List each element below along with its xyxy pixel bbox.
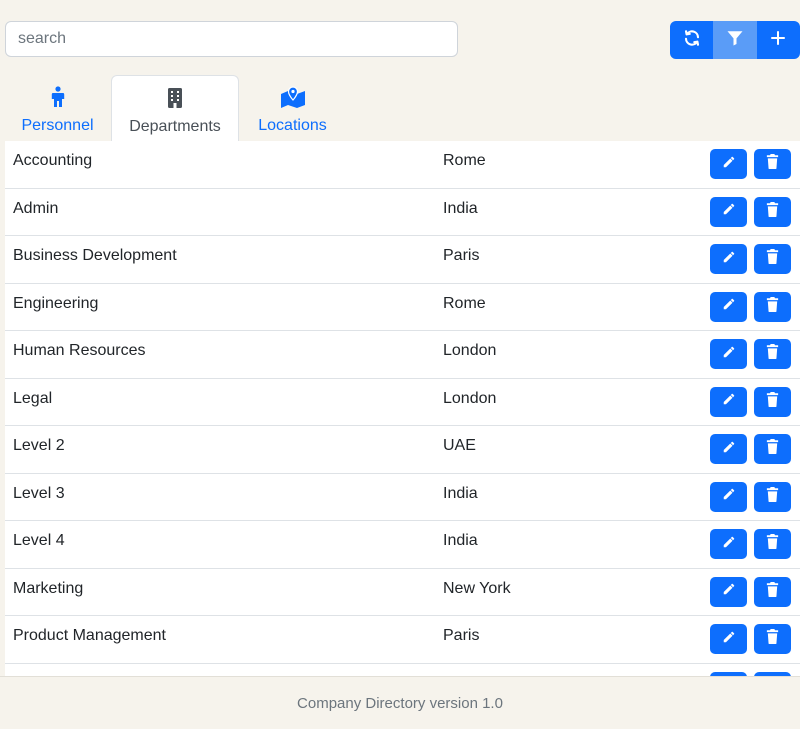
delete-button[interactable] bbox=[754, 149, 791, 179]
refresh-button[interactable] bbox=[670, 21, 714, 59]
trash-icon bbox=[766, 629, 779, 649]
department-location: Paris bbox=[443, 247, 480, 264]
tab-label: Departments bbox=[129, 118, 221, 135]
search-input[interactable] bbox=[5, 21, 458, 57]
trash-icon bbox=[766, 486, 779, 507]
table-row: Level 4 India bbox=[5, 521, 800, 569]
department-location: London bbox=[443, 342, 497, 359]
trash-icon bbox=[766, 391, 779, 412]
pencil-icon bbox=[722, 630, 736, 649]
department-location: India bbox=[443, 199, 478, 217]
table-row: Marketing New York bbox=[5, 569, 800, 616]
edit-button[interactable] bbox=[710, 529, 747, 559]
tab-label: Personnel bbox=[21, 117, 94, 134]
edit-button[interactable] bbox=[710, 149, 747, 179]
tab-bar: Personnel Departments Locations bbox=[5, 75, 800, 141]
department-name: Accounting bbox=[13, 152, 93, 169]
pencil-icon bbox=[722, 250, 736, 269]
delete-button[interactable] bbox=[754, 244, 791, 274]
delete-button[interactable] bbox=[754, 386, 791, 417]
delete-button[interactable] bbox=[754, 434, 791, 464]
department-location: Paris bbox=[443, 627, 480, 644]
edit-button[interactable] bbox=[710, 291, 747, 322]
table-row: Legal London bbox=[5, 379, 800, 426]
department-name: Product Management bbox=[13, 627, 166, 644]
department-location: India bbox=[443, 532, 478, 549]
department-name: Level 4 bbox=[13, 532, 65, 549]
pencil-icon bbox=[722, 345, 736, 364]
delete-button[interactable] bbox=[754, 196, 791, 227]
department-name: Level 3 bbox=[13, 484, 65, 502]
edit-button[interactable] bbox=[710, 481, 747, 512]
plus-icon bbox=[770, 30, 786, 51]
pencil-icon bbox=[722, 155, 736, 174]
delete-button[interactable] bbox=[754, 481, 791, 512]
footer-text: Company Directory version 1.0 bbox=[297, 694, 503, 712]
trash-icon bbox=[766, 154, 779, 174]
trash-icon bbox=[766, 201, 779, 222]
department-location: Rome bbox=[443, 152, 486, 169]
edit-button[interactable] bbox=[710, 624, 747, 654]
edit-button[interactable] bbox=[710, 386, 747, 417]
department-location: India bbox=[443, 484, 478, 502]
pencil-icon bbox=[722, 582, 736, 601]
edit-button[interactable] bbox=[710, 576, 747, 607]
delete-button[interactable] bbox=[754, 576, 791, 607]
tab-locations[interactable]: Locations bbox=[245, 75, 340, 141]
footer: Company Directory version 1.0 bbox=[0, 676, 800, 729]
tab-departments[interactable]: Departments bbox=[111, 75, 239, 141]
pencil-icon bbox=[722, 487, 736, 506]
pencil-icon bbox=[722, 535, 736, 554]
table-row: Accounting Rome bbox=[5, 141, 800, 189]
pencil-icon bbox=[722, 202, 736, 221]
department-name: Engineering bbox=[13, 294, 99, 312]
refresh-icon bbox=[683, 29, 701, 52]
department-name: Marketing bbox=[13, 579, 84, 597]
table-row: Admin India bbox=[5, 189, 800, 236]
delete-button[interactable] bbox=[754, 291, 791, 322]
tab-label: Locations bbox=[258, 117, 327, 134]
department-location: New York bbox=[443, 579, 511, 597]
filter-button[interactable] bbox=[713, 21, 757, 59]
building-icon bbox=[167, 86, 183, 110]
trash-icon bbox=[766, 439, 779, 459]
trash-icon bbox=[766, 581, 779, 602]
edit-button[interactable] bbox=[710, 244, 747, 274]
edit-button[interactable] bbox=[710, 339, 747, 369]
delete-button[interactable] bbox=[754, 624, 791, 654]
table-row: Product Management Paris bbox=[5, 616, 800, 664]
edit-button[interactable] bbox=[710, 434, 747, 464]
department-name: Legal bbox=[13, 389, 53, 407]
department-name: Business Development bbox=[13, 247, 177, 264]
tab-personnel[interactable]: Personnel bbox=[5, 75, 110, 141]
departments-table: Accounting Rome Admin India Business Develop… bbox=[5, 141, 800, 676]
pencil-icon bbox=[722, 392, 736, 411]
pencil-icon bbox=[722, 440, 736, 459]
table-row: Engineering Rome bbox=[5, 284, 800, 331]
pencil-icon bbox=[722, 297, 736, 316]
table-row: Level 2 UAE bbox=[5, 426, 800, 474]
department-location: London bbox=[443, 389, 497, 407]
trash-icon bbox=[766, 296, 779, 317]
toolbar-button-group bbox=[670, 21, 800, 59]
add-button[interactable] bbox=[756, 21, 800, 59]
department-location: Rome bbox=[443, 294, 486, 312]
table-row: Level 3 India bbox=[5, 474, 800, 521]
delete-button[interactable] bbox=[754, 529, 791, 559]
department-location: UAE bbox=[443, 437, 476, 454]
filter-icon bbox=[726, 29, 744, 52]
map-location-icon bbox=[280, 85, 306, 109]
department-name: Human Resources bbox=[13, 342, 146, 359]
delete-button[interactable] bbox=[754, 339, 791, 369]
trash-icon bbox=[766, 534, 779, 554]
department-name: Level 2 bbox=[13, 437, 65, 454]
trash-icon bbox=[766, 344, 779, 364]
table-row: Business Development Paris bbox=[5, 236, 800, 284]
person-icon bbox=[51, 85, 65, 109]
table-row bbox=[5, 664, 800, 676]
department-name: Admin bbox=[13, 199, 59, 217]
table-row: Human Resources London bbox=[5, 331, 800, 379]
edit-button[interactable] bbox=[710, 196, 747, 227]
trash-icon bbox=[766, 249, 779, 269]
